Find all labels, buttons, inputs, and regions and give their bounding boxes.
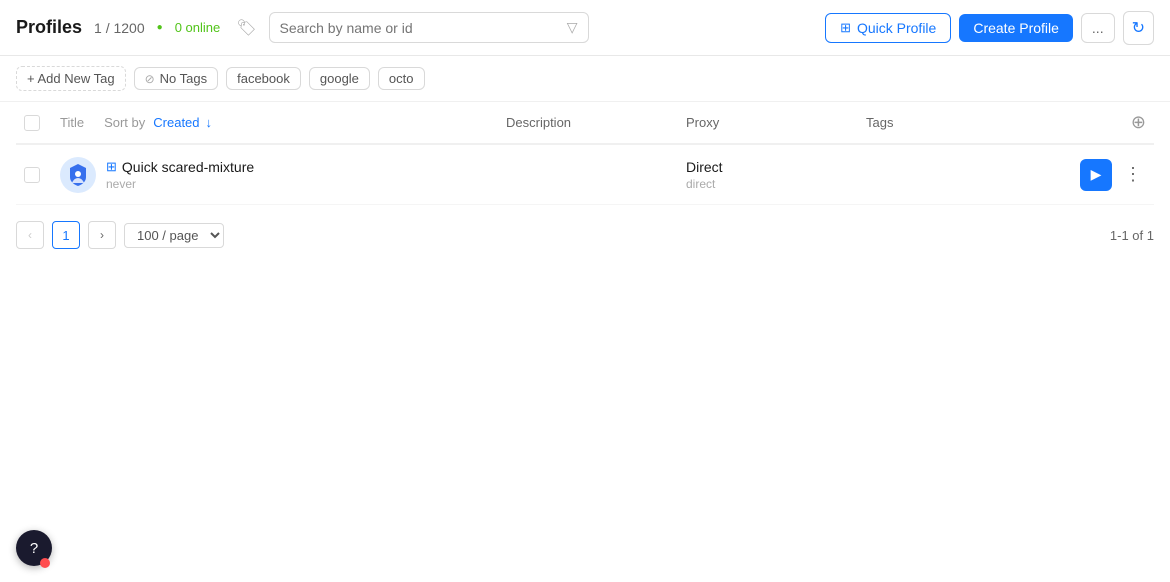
windows-icon: ⊞ bbox=[840, 20, 851, 36]
tag-icon[interactable]: 🏷 bbox=[236, 18, 256, 38]
proxy-label: Proxy bbox=[686, 115, 719, 130]
quick-profile-button[interactable]: ⊞ Quick Profile bbox=[825, 13, 951, 43]
current-page[interactable]: 1 bbox=[52, 221, 80, 249]
tag-octo-label: octo bbox=[389, 71, 414, 86]
refresh-icon: ↻ bbox=[1132, 18, 1145, 38]
add-column-cell: ⊕ bbox=[1066, 112, 1146, 133]
row-checkbox[interactable] bbox=[24, 167, 60, 183]
create-profile-label: Create Profile bbox=[973, 20, 1059, 36]
more-button[interactable]: ... bbox=[1081, 13, 1115, 43]
header-actions: ⊞ Quick Profile Create Profile ... ↻ bbox=[825, 11, 1154, 45]
page-title: Profiles bbox=[16, 17, 82, 38]
tags-column-header: Tags bbox=[866, 115, 1066, 130]
help-icon: ? bbox=[30, 540, 38, 557]
description-column-header: Description bbox=[506, 115, 686, 130]
online-count: 0 online bbox=[175, 20, 221, 35]
title-label: Title bbox=[60, 115, 84, 130]
eye-slash-icon: ⊘ bbox=[145, 72, 155, 86]
search-box: ▽ bbox=[269, 12, 589, 43]
sort-by-label: Sort by bbox=[104, 115, 145, 130]
tags-bar: + Add New Tag ⊘ No Tags facebook google … bbox=[0, 56, 1170, 102]
title-column-header[interactable]: Title Sort by Created ↓ bbox=[60, 115, 506, 130]
sort-arrow-icon: ↓ bbox=[206, 115, 213, 130]
add-tag-label: + Add New Tag bbox=[27, 71, 115, 86]
windows-os-icon: ⊞ bbox=[106, 159, 117, 175]
profiles-table: Title Sort by Created ↓ Description Prox… bbox=[0, 102, 1170, 205]
profile-subtitle: never bbox=[106, 177, 254, 191]
profile-count: 1 / 1200 bbox=[94, 20, 145, 36]
add-tag-button[interactable]: + Add New Tag bbox=[16, 66, 126, 91]
prev-icon: ‹ bbox=[28, 228, 32, 242]
tag-google-label: google bbox=[320, 71, 359, 86]
pagination: ‹ 1 › 100 / page 50 / page 20 / page 1-1… bbox=[0, 205, 1170, 265]
table-row: ⊞ Quick scared-mixture never Direct dire… bbox=[16, 145, 1154, 205]
row-actions: ▶ ⋮ bbox=[1066, 159, 1146, 191]
proxy-type: Direct bbox=[686, 159, 866, 175]
prev-page-button[interactable]: ‹ bbox=[16, 221, 44, 249]
description-label: Description bbox=[506, 115, 571, 130]
tag-octo[interactable]: octo bbox=[378, 67, 425, 90]
next-icon: › bbox=[100, 228, 104, 242]
page-total: 1-1 of 1 bbox=[1110, 228, 1154, 243]
profile-name: Quick scared-mixture bbox=[122, 159, 254, 175]
tag-google[interactable]: google bbox=[309, 67, 370, 90]
profile-cell: ⊞ Quick scared-mixture never bbox=[60, 157, 506, 193]
avatar-svg bbox=[60, 157, 96, 193]
proxy-column-header: Proxy bbox=[686, 115, 866, 130]
tag-facebook-label: facebook bbox=[237, 71, 290, 86]
create-profile-button[interactable]: Create Profile bbox=[959, 14, 1073, 42]
next-page-button[interactable]: › bbox=[88, 221, 116, 249]
profile-name-cell: ⊞ Quick scared-mixture bbox=[106, 159, 254, 175]
profile-info: ⊞ Quick scared-mixture never bbox=[106, 159, 254, 191]
tags-label: Tags bbox=[866, 115, 893, 130]
help-notification-dot bbox=[40, 558, 50, 568]
page-size-select[interactable]: 100 / page 50 / page 20 / page bbox=[124, 223, 224, 248]
tag-no-tags-label: No Tags bbox=[160, 71, 207, 86]
quick-profile-label: Quick Profile bbox=[857, 20, 936, 36]
sort-field-label: Created bbox=[153, 115, 199, 130]
avatar bbox=[60, 157, 96, 193]
header: Profiles 1 / 1200 ● 0 online 🏷 ▽ ⊞ Quick… bbox=[0, 0, 1170, 56]
tag-no-tags[interactable]: ⊘ No Tags bbox=[134, 67, 219, 90]
tag-facebook[interactable]: facebook bbox=[226, 67, 301, 90]
play-button[interactable]: ▶ bbox=[1080, 159, 1112, 191]
search-input[interactable] bbox=[280, 20, 559, 36]
select-all-checkbox[interactable] bbox=[24, 115, 60, 131]
row-more-button[interactable]: ⋮ bbox=[1120, 162, 1146, 187]
refresh-button[interactable]: ↻ bbox=[1123, 11, 1154, 45]
filter-icon[interactable]: ▽ bbox=[567, 19, 578, 36]
proxy-cell: Direct direct bbox=[686, 159, 866, 191]
add-column-button[interactable]: ⊕ bbox=[1131, 112, 1146, 133]
table-header: Title Sort by Created ↓ Description Prox… bbox=[16, 102, 1154, 145]
proxy-sub: direct bbox=[686, 177, 866, 191]
